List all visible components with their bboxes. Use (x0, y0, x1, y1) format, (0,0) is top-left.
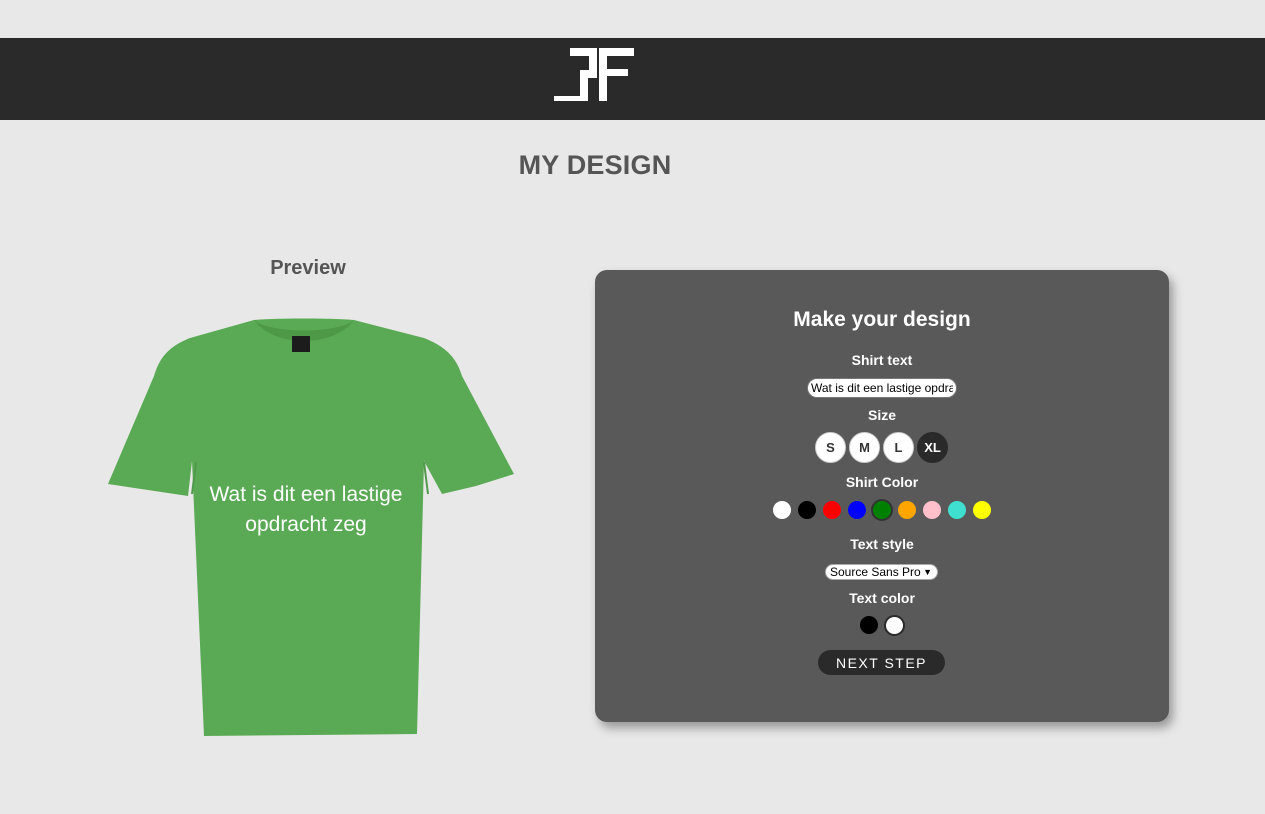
shirt-color-options (773, 501, 991, 521)
shirt-color-orange[interactable] (898, 501, 916, 519)
shirt-color-blue[interactable] (848, 501, 866, 519)
text-color-options (860, 615, 905, 636)
shirt-color-green[interactable] (873, 501, 891, 519)
size-label: Size (867, 407, 896, 423)
shirt-color-yellow[interactable] (973, 501, 991, 519)
shirt-color-white[interactable] (773, 501, 791, 519)
shirt-print-text: Wat is dit een lastige opdracht zeg (209, 483, 403, 536)
text-style-value: Source Sans Pro (830, 565, 921, 579)
size-xl-button[interactable]: XL (917, 432, 948, 463)
shirt-color-turquoise[interactable] (948, 501, 966, 519)
design-panel: Make your design Shirt text Size S M L X… (595, 270, 1169, 722)
shirt-preview: Wat is dit een lastige opdracht zeg (104, 316, 516, 740)
panel-title: Make your design (793, 308, 971, 331)
shirt-color-label: Shirt Color (845, 474, 919, 490)
size-m-button[interactable]: M (849, 432, 880, 463)
shirt-color-black[interactable] (798, 501, 816, 519)
text-color-white[interactable] (884, 615, 905, 636)
shirt-text-input[interactable] (807, 378, 957, 398)
shirt-color-red[interactable] (823, 501, 841, 519)
dropdown-arrow-icon: ▼ (923, 567, 932, 577)
size-s-button[interactable]: S (815, 432, 846, 463)
text-color-label: Text color (849, 590, 915, 606)
size-options: S M L XL (815, 432, 948, 464)
text-style-select[interactable]: Source Sans Pro ▼ (825, 564, 938, 580)
text-color-black[interactable] (860, 616, 878, 634)
preview-title: Preview (270, 257, 346, 279)
page-title: MY DESIGN (518, 150, 672, 180)
shirt-color-pink[interactable] (923, 501, 941, 519)
size-l-button[interactable]: L (883, 432, 914, 463)
next-step-button[interactable]: NEXT STEP (818, 650, 945, 675)
brand-logo[interactable] (554, 45, 636, 103)
shirt-text-label: Shirt text (851, 352, 913, 368)
text-style-label: Text style (850, 536, 914, 552)
